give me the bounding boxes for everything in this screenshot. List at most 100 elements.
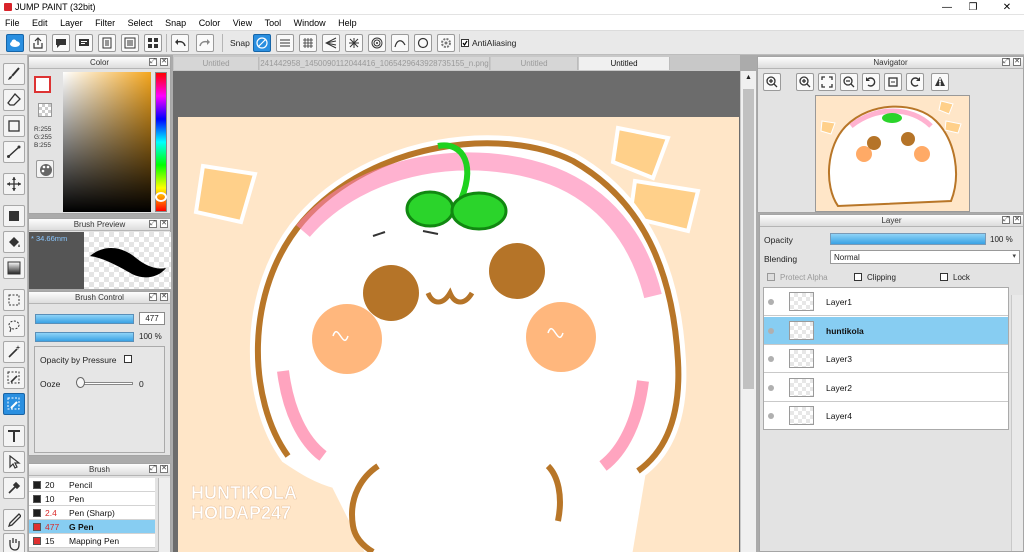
saturation-value-picker[interactable] — [63, 72, 151, 212]
rectangle-tool[interactable] — [3, 115, 25, 137]
menu-file[interactable]: File — [0, 15, 25, 31]
menu-color[interactable]: Color — [194, 15, 226, 31]
hue-slider-handle[interactable] — [155, 192, 167, 202]
layer-row[interactable]: Layer4 — [764, 402, 1008, 429]
menu-view[interactable]: View — [228, 15, 257, 31]
layer-row[interactable]: Layer1 — [764, 288, 1008, 316]
eraser-tool[interactable] — [3, 89, 25, 111]
panel-close-icon[interactable]: ✕ — [160, 293, 168, 301]
line-tool[interactable] — [3, 141, 25, 163]
tab-png-image[interactable]: 241442958_1450090112044416_1065429643928… — [260, 57, 490, 70]
panel-float-icon[interactable]: ⤢ — [149, 465, 157, 473]
zoom-out-button[interactable] — [840, 73, 858, 91]
brush-item[interactable]: 10 Pen — [29, 492, 155, 506]
opacity-by-pressure-checkbox[interactable] — [124, 355, 132, 363]
zoom-in-alt-button[interactable] — [796, 73, 814, 91]
layer-row[interactable]: Layer2 — [764, 373, 1008, 402]
snap-radial-button[interactable] — [345, 34, 363, 52]
flip-horizontal-button[interactable] — [931, 73, 949, 91]
maximize-button[interactable]: ❐ — [958, 0, 988, 15]
tab-untitled-2[interactable]: Untitled — [491, 57, 578, 70]
panel-float-icon[interactable]: ⤢ — [1002, 58, 1010, 66]
layer-visibility-icon[interactable] — [768, 384, 774, 391]
brush-size-value[interactable]: 477 — [139, 312, 165, 325]
menu-edit[interactable]: Edit — [27, 15, 53, 31]
layer-list-scrollbar[interactable] — [1011, 295, 1023, 551]
brush-size-slider[interactable] — [35, 314, 134, 324]
panel-float-icon[interactable]: ⤢ — [149, 220, 157, 228]
brush-tool[interactable] — [3, 63, 25, 85]
eyedropper-tool[interactable] — [3, 477, 25, 499]
snap-perspective-button[interactable] — [322, 34, 340, 52]
panel-float-icon[interactable]: ⤢ — [149, 293, 157, 301]
canvas-scrollbar[interactable]: ▲ — [740, 71, 756, 552]
gradient-tool[interactable] — [3, 257, 25, 279]
panel-close-icon[interactable]: ✕ — [160, 220, 168, 228]
menu-layer[interactable]: Layer — [55, 15, 88, 31]
menu-snap[interactable]: Snap — [160, 15, 191, 31]
snap-off-button[interactable] — [253, 34, 271, 52]
brush-opacity-slider[interactable] — [35, 332, 134, 342]
move-tool[interactable] — [3, 173, 25, 195]
protect-alpha-checkbox[interactable] — [767, 273, 775, 281]
menu-window[interactable]: Window — [289, 15, 331, 31]
brush-item[interactable]: 15 Mapping Pen — [29, 534, 155, 548]
comment-button[interactable] — [52, 34, 70, 52]
pen-nib-tool[interactable] — [3, 509, 25, 531]
hand-tool[interactable] — [3, 533, 25, 552]
menu-select[interactable]: Select — [123, 15, 158, 31]
tab-untitled-active[interactable]: Untitled — [579, 57, 670, 70]
fill-rect-tool[interactable] — [3, 205, 25, 227]
fill-tool[interactable] — [3, 231, 25, 253]
lock-checkbox[interactable] — [940, 273, 948, 281]
grid-button[interactable] — [144, 34, 162, 52]
cloud-button[interactable] — [6, 34, 24, 52]
layer-visibility-icon[interactable] — [768, 413, 774, 419]
panel-close-icon[interactable]: ✕ — [160, 465, 168, 473]
panel-float-icon[interactable]: ⤢ — [149, 58, 157, 66]
artwork-canvas[interactable]: HUNTIKOLA HOIDAP247 — [173, 71, 740, 552]
list-button[interactable] — [121, 34, 139, 52]
palette-button[interactable] — [36, 160, 54, 178]
clipping-checkbox[interactable] — [854, 273, 862, 281]
rect-select-tool[interactable] — [3, 289, 25, 311]
transparent-color-swatch[interactable] — [38, 103, 52, 117]
navigator-preview[interactable] — [815, 95, 970, 212]
share-button[interactable] — [29, 34, 47, 52]
fit-view-button[interactable] — [818, 73, 836, 91]
text-tool[interactable] — [3, 425, 25, 447]
undo-button[interactable] — [171, 34, 189, 52]
message-button[interactable] — [75, 34, 93, 52]
layer-visibility-icon[interactable] — [768, 299, 774, 305]
blending-select[interactable]: Normal ▾ — [830, 250, 1020, 264]
primary-color-swatch[interactable] — [34, 76, 51, 93]
panel-close-icon[interactable]: ✕ — [1013, 58, 1021, 66]
rotate-left-button[interactable] — [862, 73, 880, 91]
magic-wand-tool[interactable] — [3, 341, 25, 363]
brush-item[interactable]: 477 G Pen — [29, 520, 155, 534]
antialiasing-checkbox[interactable] — [461, 39, 469, 47]
canvas-workspace[interactable]: HUNTIKOLA HOIDAP247 — [173, 71, 740, 552]
scroll-up-arrow-icon[interactable]: ▲ — [744, 73, 753, 83]
rotate-right-button[interactable] — [906, 73, 924, 91]
brush-list-scrollbar[interactable] — [158, 478, 170, 552]
menu-tool[interactable]: Tool — [260, 15, 287, 31]
snap-parallel-button[interactable] — [276, 34, 294, 52]
hue-slider[interactable] — [155, 72, 167, 212]
ooze-slider-handle[interactable] — [76, 377, 85, 388]
redo-button[interactable] — [196, 34, 214, 52]
layer-row[interactable]: huntikola — [764, 316, 1008, 345]
brush-item[interactable]: 2.4 Pen (Sharp) — [29, 506, 155, 520]
snap-settings-button[interactable] — [437, 34, 455, 52]
brush-item[interactable]: 20 Pencil — [29, 478, 155, 492]
panel-float-icon[interactable]: ⤢ — [1002, 216, 1010, 224]
snap-concentric-button[interactable] — [368, 34, 386, 52]
zoom-in-button[interactable] — [763, 73, 781, 91]
select-pen-tool[interactable] — [3, 367, 25, 389]
layer-opacity-slider[interactable] — [830, 233, 986, 245]
close-button[interactable]: ✕ — [992, 0, 1022, 15]
layer-visibility-icon[interactable] — [768, 327, 774, 334]
reset-rotation-button[interactable] — [884, 73, 902, 91]
select-eraser-tool[interactable] — [3, 393, 25, 415]
panel-close-icon[interactable]: ✕ — [1013, 216, 1021, 224]
